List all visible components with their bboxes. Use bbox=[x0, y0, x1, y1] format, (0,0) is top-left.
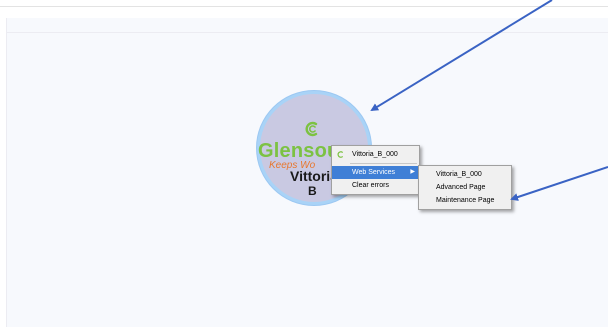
menu-header-label: Vittoria_B_000 bbox=[352, 151, 398, 158]
menu-item-label: Web Services bbox=[352, 169, 396, 176]
submenu-arrow-icon: ▶ bbox=[410, 169, 415, 175]
menu-item-label: Advanced Page bbox=[436, 184, 486, 191]
menu-divider bbox=[350, 163, 417, 164]
web-services-submenu: Vittoria_B_000 Advanced Page Maintenance… bbox=[418, 165, 512, 210]
glensound-logo-icon bbox=[305, 121, 318, 137]
device-context-menu: Vittoria_B_000 Web Services ▶ Clear erro… bbox=[331, 145, 420, 195]
menu-item-web-services[interactable]: Web Services ▶ bbox=[332, 166, 419, 179]
menu-item-label: Clear errors bbox=[352, 182, 389, 189]
menu-item-device-header[interactable]: Vittoria_B_000 bbox=[332, 148, 419, 161]
menu-item-label: Maintenance Page bbox=[436, 197, 495, 204]
submenu-item-maintenance-page[interactable]: Maintenance Page bbox=[419, 194, 511, 207]
glensound-logo-icon bbox=[337, 151, 343, 158]
device-name-line2: B bbox=[308, 184, 317, 198]
submenu-item-advanced-page[interactable]: Advanced Page bbox=[419, 181, 511, 194]
window-top-edge bbox=[0, 0, 608, 7]
app-window: Glensou Keeps Wo Vittoria B Vittoria_B_0… bbox=[0, 0, 608, 327]
submenu-item-device-home[interactable]: Vittoria_B_000 bbox=[419, 168, 511, 181]
menu-item-label: Vittoria_B_000 bbox=[436, 171, 482, 178]
menu-item-clear-errors[interactable]: Clear errors bbox=[332, 179, 419, 192]
